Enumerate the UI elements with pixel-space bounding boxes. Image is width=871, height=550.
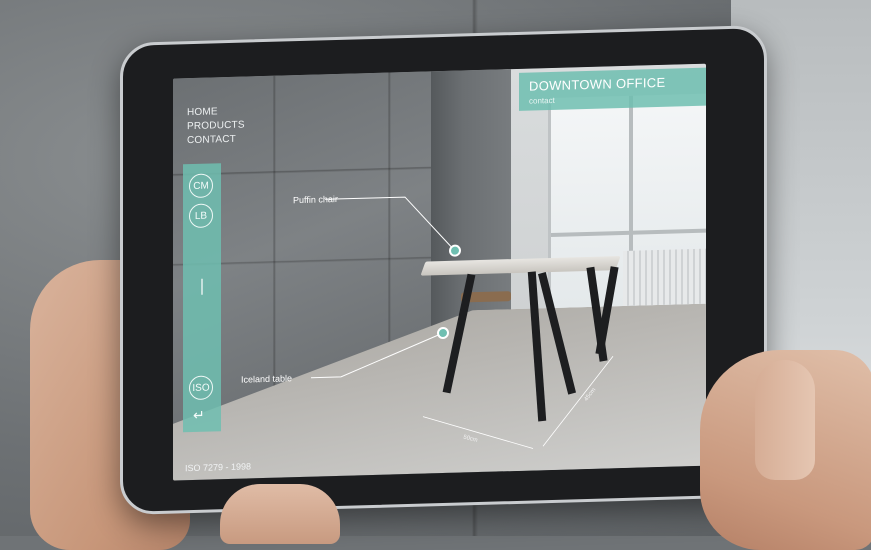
unit-lb-button[interactable]: LB <box>189 203 213 229</box>
banner-contact-link[interactable]: contact <box>529 96 555 106</box>
iso-standard-text: ISO 7279 - 1998 <box>185 461 252 474</box>
main-nav: HOME PRODUCTS CONTACT <box>187 105 245 149</box>
unit-cm-button[interactable]: CM <box>189 173 213 199</box>
right-thumb <box>755 360 815 480</box>
left-thumb <box>220 484 340 544</box>
iso-button[interactable]: ISO <box>189 375 213 401</box>
sidebar-drag-handle[interactable] <box>201 278 203 295</box>
nav-contact[interactable]: CONTACT <box>187 133 245 149</box>
nav-products[interactable]: PRODUCTS <box>187 119 245 135</box>
annotation-lines <box>311 196 614 449</box>
table-annotation-label: Iceland table <box>241 373 293 385</box>
tablet-device: HOME PRODUCTS CONTACT CM LB ISO ↵ DOWNTO… <box>120 24 767 516</box>
banner-title: DOWNTOWN OFFICE <box>529 74 666 94</box>
ar-control-sidebar: CM LB ISO ↵ <box>183 163 221 433</box>
return-arrow-icon[interactable]: ↵ <box>193 407 211 423</box>
location-banner: DOWNTOWN OFFICE contact <box>519 67 706 111</box>
chair-annotation-label: Puffin chair <box>293 193 338 206</box>
ar-screen: HOME PRODUCTS CONTACT CM LB ISO ↵ DOWNTO… <box>173 63 706 481</box>
